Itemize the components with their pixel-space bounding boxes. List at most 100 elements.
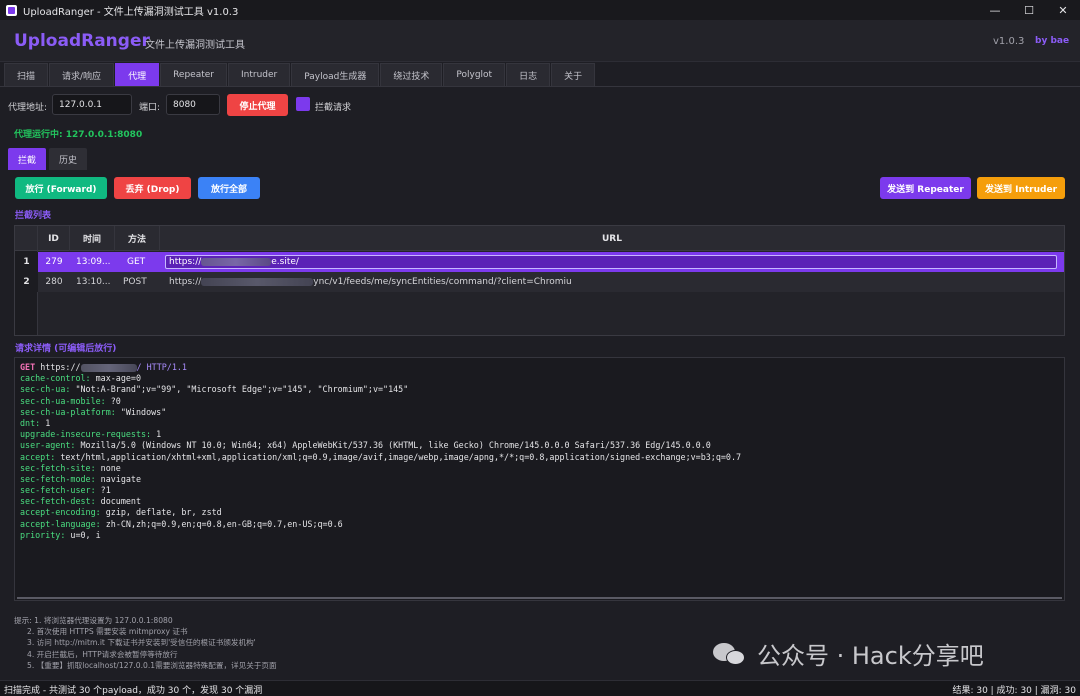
tab-request-response[interactable]: 请求/响应	[49, 63, 115, 86]
request-url-suffix: / HTTP/1.1	[136, 362, 187, 372]
header-key: accept-language:	[20, 518, 101, 529]
tab-scan[interactable]: 扫描	[4, 63, 49, 86]
header-value: ?0	[105, 395, 121, 406]
header-line: cache-control: max-age=0	[20, 373, 1064, 384]
header-value: gzip, deflate, br, zstd	[100, 507, 222, 518]
url-prefix: https://	[169, 277, 202, 287]
header-key: sec-fetch-site:	[20, 462, 96, 473]
status-counts: 结果: 30 | 成功: 30 | 漏洞: 30	[952, 686, 1076, 696]
request-detail-editor[interactable]: GET https:// / HTTP/1.1 cache-control: ma…	[14, 357, 1065, 601]
column-time[interactable]: 时间	[70, 226, 115, 251]
header-key: accept-encoding:	[20, 507, 101, 518]
subtab-history[interactable]: 历史	[49, 148, 88, 170]
cell-url[interactable]: https:// e.site/	[165, 255, 1057, 269]
header-key: sec-fetch-user:	[20, 485, 96, 496]
header-line: sec-ch-ua-platform: "Windows"	[20, 407, 1064, 418]
app-icon	[6, 4, 17, 16]
header-key: accept:	[20, 451, 56, 462]
tab-polyglot[interactable]: Polyglot	[443, 63, 506, 86]
proxy-address-input[interactable]: 127.0.0.1	[52, 94, 132, 115]
close-button[interactable]: ✕	[1046, 0, 1080, 20]
header-value: u=0, i	[65, 529, 101, 540]
request-line: GET https:// / HTTP/1.1	[20, 362, 1064, 373]
tips-panel: 提示: 1. 将浏览器代理设置为 127.0.0.1:8080 2. 首次使用 …	[14, 615, 277, 671]
cell-time: 13:09...	[76, 257, 111, 267]
intercept-list-title: 拦截列表	[15, 211, 52, 221]
tab-intruder[interactable]: Intruder	[228, 63, 291, 86]
watermark: 公众号 · Hack分享吧	[713, 636, 984, 671]
column-method[interactable]: 方法	[115, 226, 160, 251]
cell-url[interactable]: https:// ync/v1/feeds/me/syncEntities/com…	[160, 272, 1050, 292]
header-value: 1	[40, 417, 51, 428]
request-method: GET	[20, 362, 36, 372]
cell-id: 279	[45, 257, 63, 267]
corner-header	[15, 226, 38, 251]
table-row[interactable]: 1 279 13:09... GET https:// e.site/	[15, 252, 1064, 272]
header-line: upgrade-insecure-requests: 1	[20, 429, 1064, 440]
stop-proxy-button[interactable]: 停止代理	[227, 94, 288, 116]
header-line: accept-language: zh-CN,zh;q=0.9,en;q=0.8…	[20, 519, 1064, 530]
header-key: sec-ch-ua:	[20, 384, 71, 395]
column-id[interactable]: ID	[38, 226, 70, 251]
forward-all-button[interactable]: 放行全部	[198, 177, 260, 199]
header-line: dnt: 1	[20, 418, 1064, 429]
redacted-host	[201, 278, 314, 286]
tab-bypass[interactable]: 绕过技术	[380, 63, 443, 86]
drop-button[interactable]: 丢弃 (Drop)	[114, 177, 191, 199]
column-url[interactable]: URL	[160, 226, 1064, 251]
url-suffix: e.site/	[271, 257, 299, 267]
status-bar: 扫描完成 - 共测试 30 个payload，成功 30 个，发现 30 个漏洞…	[0, 680, 1080, 696]
tip-line: 5. 【重要】抓取localhost/127.0.0.1需要浏览器特殊配置，详见…	[27, 660, 277, 670]
cell-time: 13:10...	[76, 277, 111, 287]
header-value: "Windows"	[115, 406, 167, 417]
header-line: user-agent: Mozilla/5.0 (Windows NT 10.0…	[20, 440, 1064, 451]
author-label: by bae	[1035, 36, 1070, 46]
tab-about[interactable]: 关于	[551, 63, 596, 86]
header-value: navigate	[95, 473, 142, 484]
redacted-host	[80, 363, 137, 372]
header-line: sec-fetch-user: ?1	[20, 485, 1064, 496]
header-value: none	[95, 462, 121, 473]
window-title: UploadRanger - 文件上传漏洞测试工具 v1.0.3	[23, 6, 239, 18]
header-value: 1	[151, 429, 162, 440]
table-row[interactable]: 2 280 13:10... POST https:// ync/v1/feeds…	[15, 272, 1064, 292]
url-suffix: ync/v1/feeds/me/syncEntities/command/?cl…	[313, 277, 572, 287]
header-key: cache-control:	[20, 373, 91, 384]
request-detail-title: 请求详情 (可编辑后放行)	[15, 344, 117, 354]
header-key: sec-fetch-mode:	[20, 473, 96, 484]
table-header: ID 时间 方法 URL	[15, 226, 1064, 251]
maximize-button[interactable]: ☐	[1012, 0, 1046, 20]
window-controls: — ☐ ✕	[978, 0, 1080, 20]
tab-proxy[interactable]: 代理	[115, 63, 160, 86]
tip-line: 3. 访问 http://mitm.it 下载证书并安装到'受信任的根证书颁发机…	[27, 638, 256, 648]
header-key: dnt:	[20, 417, 41, 428]
header-key: sec-ch-ua-platform:	[20, 406, 116, 417]
subtab-intercept[interactable]: 拦截	[8, 148, 47, 170]
tab-payload-generator[interactable]: Payload生成器	[291, 63, 380, 86]
minimize-button[interactable]: —	[978, 0, 1012, 20]
header-value: ?1	[95, 485, 111, 496]
proxy-status: 代理运行中: 127.0.0.1:8080	[14, 130, 143, 140]
tab-repeater[interactable]: Repeater	[160, 63, 227, 86]
tab-log[interactable]: 日志	[506, 63, 551, 86]
intercept-checkbox[interactable]	[296, 97, 310, 111]
redacted-host	[201, 258, 272, 266]
proxy-port-input[interactable]: 8080	[166, 94, 220, 115]
app-header: UploadRanger 文件上传漏洞测试工具 v1.0.3 by bae	[0, 20, 1080, 62]
header-key: sec-ch-ua-mobile:	[20, 395, 106, 406]
send-to-intruder-button[interactable]: 发送到 Intruder	[977, 177, 1065, 199]
request-url-prefix: https://	[40, 362, 81, 372]
tip-line: 提示: 1. 将浏览器代理设置为 127.0.0.1:8080	[14, 616, 173, 625]
header-key: priority:	[20, 529, 66, 540]
title-bar: UploadRanger - 文件上传漏洞测试工具 v1.0.3 — ☐ ✕	[0, 0, 1080, 20]
header-line: sec-fetch-dest: document	[20, 496, 1064, 507]
wechat-icon	[713, 641, 747, 667]
header-line: sec-ch-ua-mobile: ?0	[20, 396, 1064, 407]
brand-title: UploadRanger	[14, 31, 150, 51]
forward-button[interactable]: 放行 (Forward)	[15, 177, 107, 199]
horizontal-scrollbar[interactable]	[17, 597, 1062, 599]
row-number: 1	[15, 252, 38, 272]
send-to-repeater-button[interactable]: 发送到 Repeater	[880, 177, 971, 199]
header-value: text/html,application/xhtml+xml,applicat…	[55, 451, 742, 462]
status-message: 扫描完成 - 共测试 30 个payload，成功 30 个，发现 30 个漏洞	[4, 686, 263, 696]
